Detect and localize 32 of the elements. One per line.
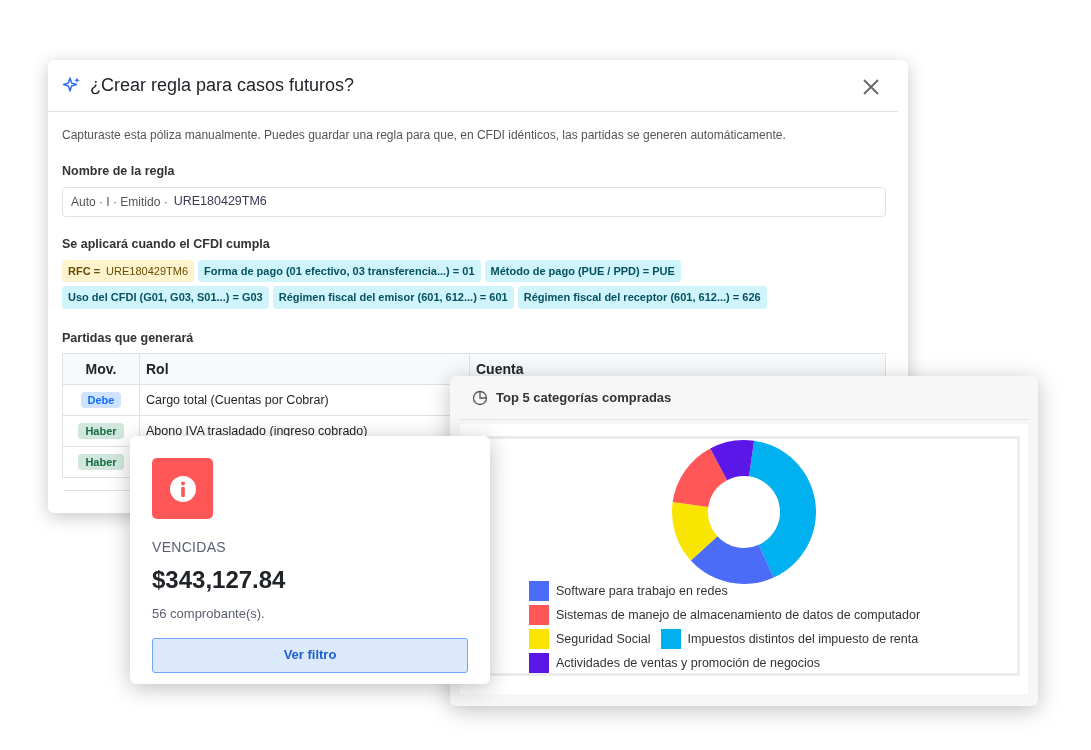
- document-count: 56 comprobante(s).: [152, 605, 266, 623]
- column-header: Rol: [139, 353, 470, 385]
- field-prefix: Auto · I · Emitido ·: [71, 193, 168, 211]
- legend-label: Impuestos distintos del impuesto de renta: [687, 630, 919, 648]
- condition-tag: Régimen fiscal del emisor (601, 612...) = 601: [272, 286, 514, 309]
- column-header: Mov.: [62, 353, 140, 385]
- legend-label: Software para trabajo en redes: [556, 582, 728, 600]
- condition-tag: Régimen fiscal del receptor (601, 612...) = 626: [517, 286, 767, 309]
- legend-label: Seguridad Social: [556, 630, 651, 648]
- section-label: Partidas que generará: [62, 329, 195, 347]
- rule-name-field[interactable]: Auto · I · Emitido · URE180429TM6: [62, 186, 886, 217]
- card-label: VENCIDAS: [152, 538, 227, 557]
- rule-name-input[interactable]: URE180429TM6: [171, 191, 877, 213]
- chart-title: Top 5 categorías compradas: [496, 388, 672, 407]
- field-label: Nombre de la regla: [62, 163, 176, 180]
- dialog-title: ¿Crear regla para casos futuros?: [90, 74, 356, 97]
- legend-label: Sistemas de manejo de almacenamiento de datos de computador: [556, 606, 921, 624]
- legend-label: Actividades de ventas y promoción de negocios: [556, 654, 821, 672]
- condition-tag: RFC = URE180429TM6: [62, 259, 195, 282]
- pie-chart-icon: [472, 389, 488, 406]
- condition-tag: Método de pago (PUE / PPD) = PUE: [484, 259, 681, 282]
- filter-button[interactable]: Ver filtro: [152, 637, 468, 673]
- condition-tag: Uso del CFDI (G01, G03, S01...) = G03: [62, 286, 269, 309]
- movement-tag: Haber: [78, 453, 124, 470]
- condition-tag: Forma de pago (01 efectivo, 03 transferencia...) = 01: [198, 259, 481, 282]
- section-label: Se aplicará cuando el CFDI cumpla: [62, 235, 271, 253]
- info-icon: [152, 458, 213, 519]
- movement-tag: Haber: [78, 422, 124, 439]
- movement-tag: Debe: [80, 391, 122, 408]
- dialog-description: Capturaste esta póliza manualmente. Puedes guardar una regla para que, en CFDI idénticos, las partidas se generen automáticamente.: [62, 127, 787, 144]
- amount: $343,127.84: [152, 565, 287, 595]
- table-cell: Cargo total (Cuentas por Cobrar): [146, 392, 329, 407]
